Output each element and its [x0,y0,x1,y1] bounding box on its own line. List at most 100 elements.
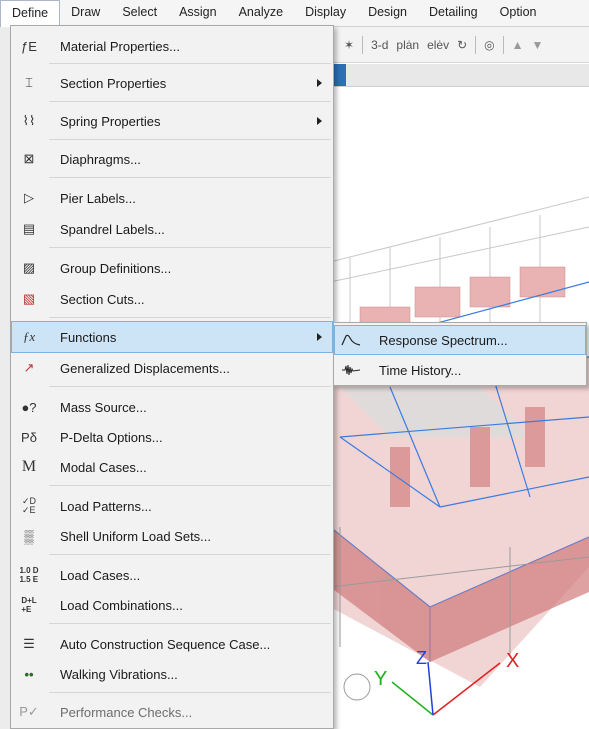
perspective-icon[interactable]: ◎ [484,38,494,52]
menu-item-load-patterns[interactable]: ✓D ✓E Load Patterns... [12,491,332,521]
menu-item-label: Section Cuts... [60,291,145,307]
menu-item-section-cuts[interactable]: ▧ Section Cuts... [12,284,332,314]
menu-assign[interactable]: Assign [168,0,228,26]
menu-separator [49,692,331,693]
menu-item-spring-properties[interactable]: ⌇⌇ Spring Properties [12,106,332,136]
axis-x-label: X [506,650,519,672]
menu-separator [49,554,331,555]
menu-item-mass-source[interactable]: ●? Mass Source... [12,392,332,422]
group-definitions-icon: ▨ [22,260,36,275]
time-history-icon [335,356,367,384]
menu-item-material-properties[interactable]: ƒE Material Properties... [12,31,332,61]
pier-labels-icon: ▷ [24,190,34,205]
menu-item-shell-uniform-load-sets[interactable]: ▒ Shell Uniform Load Sets... [12,521,332,551]
menu-item-generalized-displacements[interactable]: ↗ Generalized Displacements... [12,353,332,383]
submenu-arrow-icon [317,333,322,341]
spring-properties-icon: ⌇⌇ [22,113,36,128]
plan-view-button[interactable]: plȧn [396,38,419,52]
axis-y-label: Y [374,668,387,690]
move-down-icon[interactable]: ▼ [532,38,544,52]
menu-item-label: Auto Construction Sequence Case... [60,636,271,652]
menu-item-label: Material Properties... [60,38,180,54]
toolbar-separator [502,35,504,54]
menu-item-label: Generalized Displacements... [60,360,230,376]
menu-bar: Define Draw Select Assign Analyze Displa… [0,0,589,28]
submenu-item-time-history[interactable]: Time History... [335,356,585,384]
p-delta-icon: Pδ [21,429,37,445]
mass-source-icon: ●? [21,399,37,415]
menu-item-pier-labels[interactable]: ▷ Pier Labels... [12,183,332,213]
generalized-displacements-icon: ↗ [23,360,35,375]
section-cuts-icon: ▧ [22,291,36,306]
section-properties-icon: ⌶ [25,75,33,90]
menu-define[interactable]: Define [0,0,61,28]
menu-select[interactable]: Select [111,0,168,26]
menu-item-diaphragms[interactable]: ⊠ Diaphragms... [12,144,332,174]
load-combinations-icon: D+L +E [21,596,37,614]
submenu-item-response-spectrum[interactable]: Response Spectrum... [334,325,586,355]
menu-separator [49,101,331,102]
menu-item-spandrel-labels[interactable]: ▤ Spandrel Labels... [12,214,332,244]
response-spectrum-icon [335,326,367,354]
toolbar-separator [475,35,477,54]
menu-item-section-properties[interactable]: ⌶ Section Properties [12,68,332,98]
axis-z-label: Z [416,648,427,668]
menu-options[interactable]: Option [489,0,548,26]
performance-checks-icon: P✓ [19,704,39,719]
walking-vibrations-icon: •• [24,666,34,682]
menu-item-p-delta-options[interactable]: Pδ P-Delta Options... [12,422,332,452]
menu-detailing[interactable]: Detailing [418,0,489,26]
functions-submenu: Response Spectrum... Time History... [333,322,587,386]
menu-item-label: Pier Labels... [60,190,136,206]
elevation-view-button[interactable]: elėv [427,38,449,52]
shell-uniform-load-sets-icon: ▒ [24,528,34,544]
menu-separator [49,386,331,387]
menu-item-label: Performance Checks... [60,704,193,720]
menu-item-label: Mass Source... [60,399,147,415]
menu-item-label: Spandrel Labels... [60,221,165,237]
view-toolbar: ✶ 3-d plȧn elėv ↻ ◎ ▲ ▼ [330,27,589,63]
rotate-icon[interactable]: ↻ [457,38,467,52]
functions-icon: ƒx [22,329,36,344]
menu-item-group-definitions[interactable]: ▨ Group Definitions... [12,253,332,283]
submenu-arrow-icon [317,117,322,125]
load-patterns-icon: ✓D ✓E [21,496,37,515]
menu-design[interactable]: Design [357,0,418,26]
submenu-item-label: Response Spectrum... [379,332,508,348]
menu-item-performance-checks[interactable]: P✓ Performance Checks... [12,697,332,727]
menu-item-modal-cases[interactable]: M Modal Cases... [12,452,332,482]
menu-separator [49,139,331,140]
menu-item-label: Load Cases... [60,567,141,583]
menu-separator [49,317,331,318]
menu-item-functions[interactable]: ƒx Functions [11,321,333,353]
menu-separator [49,623,331,624]
menu-item-walking-vibrations[interactable]: •• Walking Vibrations... [12,659,332,689]
menu-separator [49,63,331,64]
menu-item-label: Shell Uniform Load Sets... [60,528,212,544]
menu-item-auto-construction-sequence[interactable]: ☰ Auto Construction Sequence Case... [12,629,332,659]
view-3d-button[interactable]: 3-d [371,38,388,52]
menu-display[interactable]: Display [294,0,357,26]
submenu-arrow-icon [317,79,322,87]
menu-item-label: Functions [60,329,117,345]
modal-cases-icon: M [21,458,37,475]
submenu-item-label: Time History... [379,362,462,378]
diaphragms-icon: ⊠ [23,151,35,166]
toolbar-separator [362,35,364,54]
left-toolbar-strip [0,27,10,729]
menu-item-label: Modal Cases... [60,459,147,475]
model-3d-view[interactable]: X Y Z [330,87,589,729]
menu-separator [49,177,331,178]
draw-icon[interactable]: ✶ [344,38,354,52]
menu-item-label: Spring Properties [60,113,161,129]
menu-item-label: Load Patterns... [60,498,152,514]
move-up-icon[interactable]: ▲ [512,38,524,52]
menu-item-load-combinations[interactable]: D+L +E Load Combinations... [12,590,332,620]
define-menu: ƒE Material Properties... ⌶ Section Prop… [10,25,334,729]
menu-analyze[interactable]: Analyze [228,0,294,26]
menu-item-label: Diaphragms... [60,151,141,167]
menu-draw[interactable]: Draw [60,0,111,26]
menu-item-load-cases[interactable]: 1.0 D 1.5 E Load Cases... [12,560,332,590]
menu-item-label: Group Definitions... [60,260,172,276]
window-tab-strip [330,64,589,87]
